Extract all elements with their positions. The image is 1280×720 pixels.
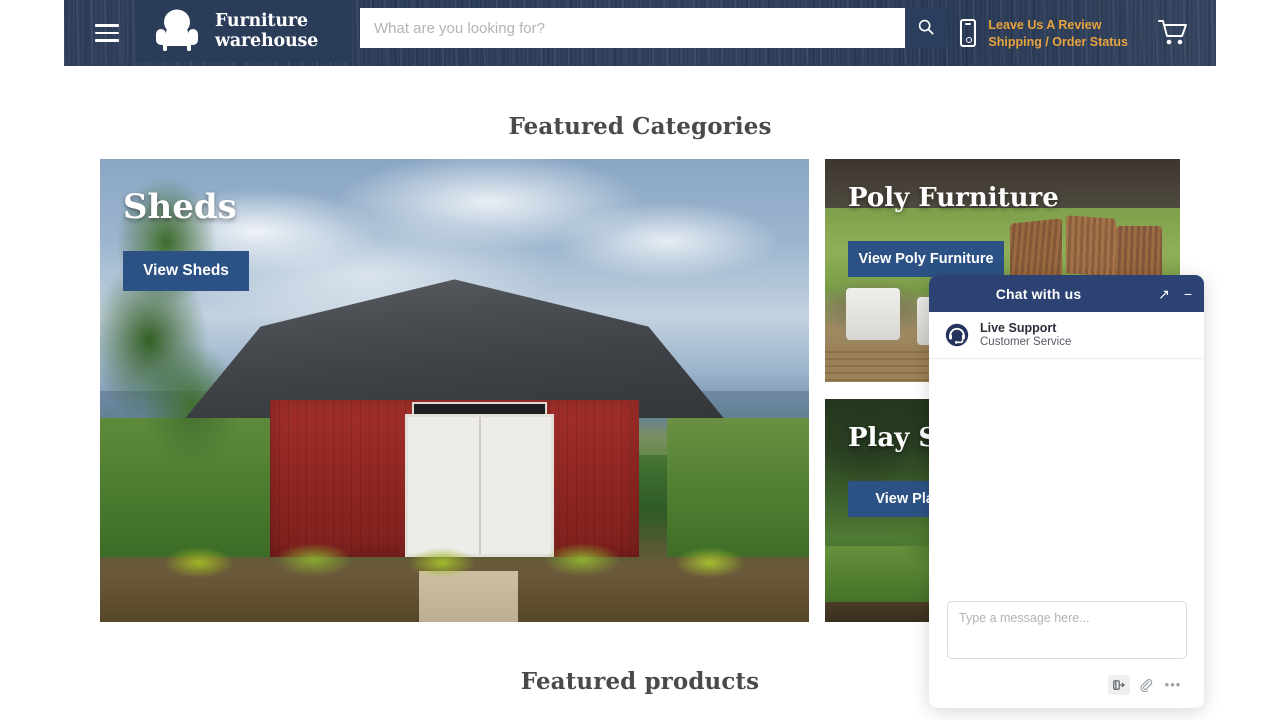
adirondack-chair	[1116, 225, 1163, 280]
chat-widget-header: Chat with us ↗ −	[929, 275, 1204, 312]
logo-text-line1: Furniture	[215, 11, 308, 31]
logo-text: Furniture warehouse	[215, 11, 318, 51]
armchair-icon	[153, 9, 201, 53]
hamburger-bar	[95, 31, 119, 35]
view-sheds-button[interactable]: View Sheds	[123, 251, 249, 291]
minimize-icon[interactable]: −	[1184, 287, 1192, 301]
chat-header-controls: ↗ −	[1158, 287, 1192, 301]
chat-message-list	[929, 359, 1204, 601]
chat-composer-tools: •••	[929, 664, 1204, 708]
white-poly-chair	[846, 288, 901, 341]
hamburger-bar	[95, 39, 119, 42]
open-in-new-icon[interactable]: ↗	[1158, 287, 1170, 301]
category-title-poly-furniture: Poly Furniture	[848, 183, 1059, 213]
shopping-cart-icon[interactable]	[1158, 19, 1188, 47]
search-button[interactable]	[905, 8, 947, 48]
category-card-sheds[interactable]: Sheds View Sheds	[100, 159, 809, 622]
chat-composer	[929, 601, 1204, 664]
chat-widget: Chat with us ↗ − Live Support Customer S…	[929, 275, 1204, 708]
chat-message-input[interactable]	[947, 601, 1187, 659]
shrub-row	[135, 529, 774, 585]
search-bar	[360, 8, 947, 48]
site-logo[interactable]: Furniture warehouse	[135, 0, 351, 62]
shipping-order-status-link[interactable]: Shipping / Order Status	[988, 35, 1128, 49]
chat-agent-row: Live Support Customer Service	[929, 312, 1204, 359]
paperclip-attachment-icon[interactable]	[1135, 675, 1157, 695]
chat-agent-name: Live Support	[980, 321, 1057, 335]
adirondack-chair	[1066, 215, 1117, 277]
featured-categories-heading: Featured Categories	[508, 113, 772, 140]
search-icon	[917, 18, 935, 39]
hamburger-bar	[95, 24, 119, 27]
canned-response-icon[interactable]	[1108, 675, 1130, 695]
category-title-sheds: Sheds	[123, 187, 237, 227]
logo-text-line2: warehouse	[215, 31, 319, 51]
hamburger-menu-icon[interactable]	[89, 0, 125, 66]
chat-agent-role: Customer Service	[980, 336, 1072, 348]
search-input[interactable]	[360, 8, 905, 48]
leave-review-link[interactable]: Leave Us A Review	[988, 18, 1128, 32]
chat-agent-info: Live Support Customer Service	[980, 321, 1071, 349]
header-utility-area: Leave Us A Review Shipping / Order Statu…	[960, 0, 1216, 66]
site-header: Furniture warehouse What are you looking…	[64, 0, 1216, 66]
more-options-icon[interactable]: •••	[1162, 675, 1184, 695]
header-links: Leave Us A Review Shipping / Order Statu…	[988, 18, 1128, 49]
headset-support-icon	[945, 323, 969, 347]
mobile-phone-icon[interactable]	[960, 19, 977, 47]
shed-photo	[100, 159, 809, 622]
page-root: Furniture warehouse What are you looking…	[0, 0, 1280, 720]
view-poly-furniture-button[interactable]: View Poly Furniture	[848, 241, 1004, 277]
